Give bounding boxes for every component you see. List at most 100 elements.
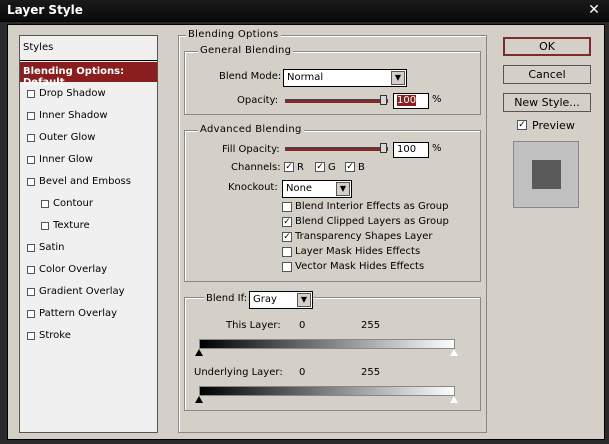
advanced-option-label: Layer Mask Hides Effects — [295, 246, 421, 257]
sidebar-item[interactable]: Stroke — [20, 326, 157, 346]
sidebar-item-checkbox[interactable] — [27, 332, 35, 340]
sidebar-item-label: Drop Shadow — [39, 88, 106, 99]
sidebar-item[interactable]: Blending Options: Default — [20, 62, 157, 88]
sidebar-item[interactable]: Gradient Overlay — [20, 282, 157, 302]
styles-divider — [20, 60, 157, 61]
sidebar-item-checkbox[interactable] — [27, 244, 35, 252]
sidebar-item-label: Inner Glow — [39, 154, 93, 165]
sidebar-item-checkbox[interactable] — [27, 90, 35, 98]
sidebar-item-label: Inner Shadow — [39, 110, 108, 121]
opacity-unit: % — [432, 94, 442, 105]
sidebar-item[interactable]: Inner Shadow — [20, 106, 157, 126]
sidebar-item[interactable]: Pattern Overlay — [20, 304, 157, 324]
sidebar-item[interactable]: Satin — [20, 238, 157, 258]
sidebar-item-label: Outer Glow — [39, 132, 96, 143]
general-blending-title: General Blending — [198, 45, 294, 56]
blend-mode-label: Blend Mode: — [219, 71, 282, 82]
underlying-layer-max: 255 — [361, 367, 381, 378]
sidebar-item-checkbox[interactable] — [27, 112, 35, 120]
advanced-option-label: Transparency Shapes Layer — [295, 231, 433, 242]
ok-button[interactable]: OK — [503, 37, 591, 56]
sidebar-item-checkbox[interactable] — [27, 134, 35, 142]
new-style-button[interactable]: New Style... — [503, 93, 591, 112]
layer-style-window: Layer Style ✕ Styles Blending Options: D… — [0, 0, 609, 444]
sidebar-item-checkbox[interactable] — [27, 288, 35, 296]
underlying-layer-white-slider[interactable] — [450, 396, 458, 403]
fill-opacity-input[interactable]: 100 — [393, 142, 429, 158]
blending-options-title: Blending Options — [186, 29, 281, 40]
blend-if-label: Blend If: — [204, 293, 250, 304]
sidebar-item[interactable]: Color Overlay — [20, 260, 157, 280]
sidebar-item[interactable]: Contour — [20, 194, 157, 214]
chevron-down-icon[interactable]: ▼ — [336, 182, 350, 196]
advanced-option-label: Blend Clipped Layers as Group — [295, 216, 449, 227]
this-layer-max: 255 — [361, 320, 381, 331]
sidebar-item-label: Texture — [53, 220, 90, 231]
channel-checkbox[interactable]: ✓ — [345, 162, 355, 172]
blend-if-value: Gray — [253, 294, 277, 305]
sidebar-item-checkbox[interactable] — [41, 222, 49, 230]
sidebar-item-checkbox[interactable] — [41, 200, 49, 208]
channel-checkbox[interactable]: ✓ — [315, 162, 325, 172]
sidebar-item-label: Satin — [39, 242, 65, 253]
opacity-slider-track[interactable] — [285, 99, 388, 103]
sidebar-item-label: Gradient Overlay — [39, 286, 125, 297]
sidebar-item-checkbox[interactable] — [27, 266, 35, 274]
close-icon[interactable]: ✕ — [586, 2, 602, 18]
underlying-layer-gradient — [199, 386, 455, 396]
fill-opacity-value: 100 — [397, 144, 417, 155]
advanced-option-checkbox[interactable] — [282, 247, 292, 257]
advanced-option-checkbox[interactable] — [282, 202, 292, 212]
sidebar-item[interactable]: Drop Shadow — [20, 84, 157, 104]
chevron-down-icon[interactable]: ▼ — [391, 71, 405, 85]
channel-checkbox[interactable]: ✓ — [284, 162, 294, 172]
opacity-slider-thumb[interactable] — [380, 95, 387, 105]
styles-header[interactable]: Styles — [23, 42, 53, 53]
sidebar-item-checkbox[interactable] — [27, 178, 35, 186]
this-layer-black-slider[interactable] — [195, 349, 203, 356]
blend-mode-value: Normal — [287, 72, 324, 83]
this-layer-white-slider[interactable] — [450, 349, 458, 356]
sidebar-item[interactable]: Inner Glow — [20, 150, 157, 170]
advanced-option-label: Blend Interior Effects as Group — [295, 201, 449, 212]
style-preview-swatch — [513, 141, 579, 208]
title-bar[interactable]: Layer Style ✕ — [0, 0, 609, 22]
fill-opacity-slider-track[interactable] — [285, 147, 388, 151]
cancel-button[interactable]: Cancel — [503, 65, 591, 84]
sidebar-item-checkbox[interactable] — [27, 156, 35, 164]
preview-checkbox[interactable]: ✓ — [517, 120, 527, 130]
channel-label: B — [358, 162, 365, 173]
chevron-down-icon[interactable]: ▼ — [297, 293, 311, 307]
dialog-body: Styles Blending Options: Default Drop Sha… — [7, 24, 605, 440]
advanced-option-checkbox[interactable]: ✓ — [282, 217, 292, 227]
sidebar-item-label: Bevel and Emboss — [39, 176, 131, 187]
window-title: Layer Style — [7, 3, 83, 17]
advanced-option-label: Vector Mask Hides Effects — [295, 261, 425, 272]
sidebar-item-label: Contour — [53, 198, 93, 209]
advanced-option-checkbox[interactable] — [282, 262, 292, 272]
underlying-layer-black-slider[interactable] — [195, 396, 203, 403]
sidebar-item[interactable]: Texture — [20, 216, 157, 236]
sidebar-item-checkbox[interactable] — [27, 310, 35, 318]
sidebar-item-label: Stroke — [39, 330, 71, 341]
fill-opacity-slider-thumb[interactable] — [380, 143, 387, 153]
opacity-value: 100 — [397, 95, 417, 106]
fill-opacity-label: Fill Opacity: — [222, 144, 280, 155]
preview-square — [532, 160, 561, 189]
sidebar-item[interactable]: Bevel and Emboss — [20, 172, 157, 192]
underlying-layer-label: Underlying Layer: — [194, 367, 283, 378]
sidebar-item[interactable]: Outer Glow — [20, 128, 157, 148]
opacity-label: Opacity: — [237, 95, 279, 106]
channel-label: R — [297, 162, 304, 173]
styles-list: Styles Blending Options: Default Drop Sha… — [19, 35, 158, 433]
opacity-input[interactable]: 100 — [393, 93, 429, 109]
blend-mode-select[interactable]: Normal ▼ — [283, 69, 407, 87]
blend-if-select[interactable]: Gray ▼ — [249, 291, 313, 309]
advanced-blending-title: Advanced Blending — [198, 124, 304, 135]
knockout-select[interactable]: None ▼ — [282, 180, 352, 198]
this-layer-gradient — [199, 339, 455, 349]
sidebar-item-label: Color Overlay — [39, 264, 108, 275]
channel-label: G — [328, 162, 336, 173]
this-layer-label: This Layer: — [226, 320, 281, 331]
advanced-option-checkbox[interactable]: ✓ — [282, 232, 292, 242]
